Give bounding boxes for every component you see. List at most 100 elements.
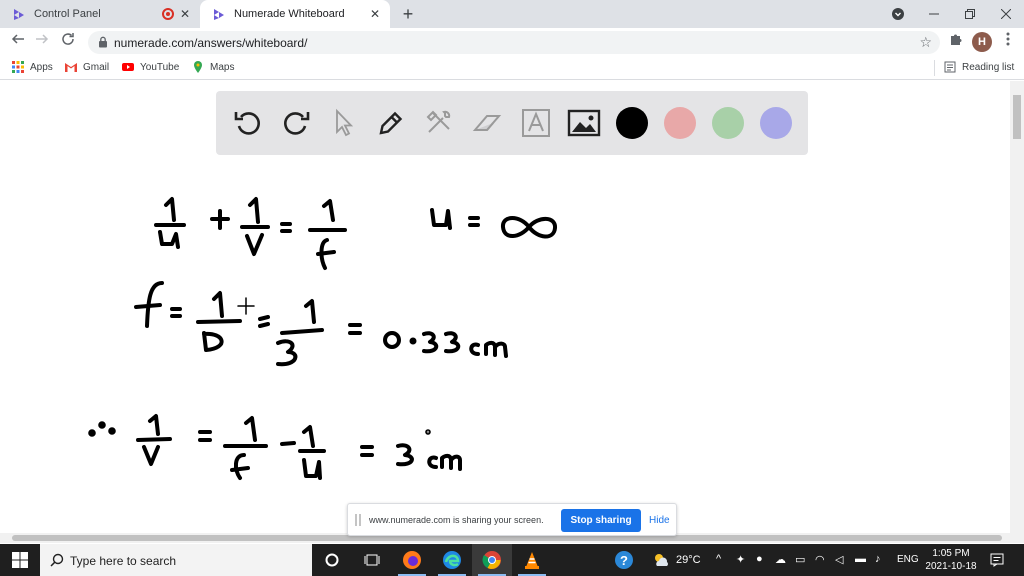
clock-time: 1:05 PM [932, 548, 970, 559]
edge-app[interactable] [432, 544, 472, 576]
cortana-circle-icon [325, 553, 339, 567]
bookmark-youtube[interactable]: YouTube [122, 61, 179, 73]
restore-icon [965, 9, 975, 19]
forward-button[interactable] [32, 32, 52, 52]
select-tool[interactable] [326, 105, 362, 141]
sound-icon[interactable]: ♪ [875, 553, 881, 565]
back-button[interactable] [8, 32, 28, 52]
tab-title: Numerade Whiteboard [234, 8, 345, 20]
search-icon [50, 553, 64, 567]
text-tool[interactable] [518, 105, 554, 141]
firefox-app[interactable] [392, 544, 432, 576]
task-view-button[interactable] [352, 544, 392, 576]
stop-sharing-button[interactable]: Stop sharing [561, 509, 641, 532]
share-message: www.numerade.com is sharing your screen. [369, 515, 544, 525]
screen-share-banner: www.numerade.com is sharing your screen.… [347, 503, 677, 536]
arrow-left-icon [11, 34, 24, 44]
close-window-button[interactable] [988, 0, 1024, 28]
cortana-button[interactable] [312, 544, 352, 576]
eraser-tool[interactable] [469, 105, 505, 141]
language-indicator[interactable]: ENG [897, 554, 919, 565]
bookmark-maps[interactable]: Maps [192, 61, 234, 73]
tab-numerade-whiteboard[interactable]: Numerade Whiteboard ✕ [200, 0, 390, 28]
help-question-icon: ? [615, 551, 633, 569]
start-button[interactable] [0, 544, 40, 576]
tab-search-button[interactable] [880, 0, 916, 28]
redo-button[interactable] [278, 105, 314, 141]
bookmark-label: Maps [210, 61, 235, 73]
wrench-hammer-icon [426, 110, 451, 133]
gmail-icon [65, 63, 77, 72]
bookmark-label: Gmail [83, 61, 110, 73]
firefox-icon [403, 551, 421, 569]
battery-icon[interactable]: ▬ [855, 553, 866, 565]
menu-button[interactable] [998, 32, 1018, 52]
whiteboard-canvas[interactable] [0, 156, 1010, 534]
chrome-app[interactable] [472, 544, 512, 576]
system-clock[interactable]: 1:05 PM 2021-10-18 [922, 547, 980, 573]
hide-button[interactable]: Hide [649, 515, 670, 526]
shapes-tool[interactable] [421, 105, 457, 141]
numerade-logo-icon [14, 9, 24, 20]
bookmark-apps[interactable]: Apps [12, 61, 53, 73]
youtube-icon [122, 63, 134, 71]
puzzle-icon [951, 34, 962, 45]
close-icon: ✕ [179, 7, 191, 21]
taskbar-search[interactable]: Type here to search [40, 544, 312, 576]
color-swatch-blue[interactable] [760, 107, 792, 139]
partly-cloudy-icon [655, 554, 668, 566]
maps-icon [194, 61, 202, 73]
minimize-icon [929, 13, 939, 15]
restore-button[interactable] [952, 0, 988, 28]
dropbox-icon[interactable]: ✦ [736, 553, 745, 566]
scroll-thumb[interactable] [1013, 95, 1021, 139]
cursor-arrow-icon [336, 108, 354, 137]
reload-button[interactable] [58, 32, 78, 52]
reading-list-button[interactable]: Reading list [944, 61, 1014, 73]
eraser-icon [472, 115, 502, 131]
notification-icon[interactable] [990, 553, 1004, 567]
microphone-icon[interactable]: ● [756, 553, 763, 565]
close-icon[interactable]: ✕ [368, 7, 382, 21]
tab-close-button[interactable]: ✕ [176, 0, 196, 28]
color-swatch-green[interactable] [712, 107, 744, 139]
svg-text:?: ? [620, 553, 628, 568]
reading-list-label: Reading list [962, 61, 1015, 73]
equation-line-2 [134, 281, 508, 367]
drag-handle-icon[interactable] [355, 514, 361, 526]
close-icon [1000, 8, 1012, 20]
equation-line-1 [154, 197, 557, 270]
onedrive-icon[interactable]: ☁ [775, 553, 786, 566]
bookmarks-bar: Apps Gmail YouTube Maps Reading list [0, 56, 1024, 80]
minimize-button[interactable] [916, 0, 952, 28]
wifi-icon[interactable]: ◠ [815, 553, 825, 566]
windows-logo-icon [12, 552, 28, 568]
reading-list-icon [944, 61, 956, 73]
chevron-up-icon[interactable]: ^ [716, 553, 721, 565]
address-bar[interactable]: numerade.com/answers/whiteboard/ ☆ [88, 31, 940, 54]
volume-icon[interactable]: ◁ [835, 553, 843, 566]
extensions-button[interactable] [946, 32, 966, 52]
vlc-app[interactable] [512, 544, 552, 576]
color-swatch-black[interactable] [616, 107, 648, 139]
bookmark-label: Apps [30, 61, 53, 73]
vertical-scrollbar[interactable] [1010, 81, 1024, 535]
usb-icon[interactable]: ▭ [795, 553, 805, 566]
color-swatch-pink[interactable] [664, 107, 696, 139]
bookmark-star-icon[interactable]: ☆ [919, 34, 932, 51]
reload-icon [62, 33, 74, 45]
profile-avatar[interactable]: H [972, 32, 992, 52]
help-app[interactable]: ? [604, 544, 644, 576]
weather-temp: 29°C [676, 554, 701, 566]
weather-widget[interactable]: 29°C [652, 552, 701, 568]
apps-grid-icon [12, 61, 24, 73]
new-tab-button[interactable]: + [398, 4, 418, 24]
recording-icon [162, 8, 174, 20]
url-text: numerade.com/answers/whiteboard/ [114, 36, 308, 50]
image-tool[interactable] [566, 105, 602, 141]
pen-tool[interactable] [373, 105, 409, 141]
text-box-icon [522, 109, 550, 137]
bookmark-gmail[interactable]: Gmail [65, 61, 109, 73]
undo-button[interactable] [230, 105, 266, 141]
chevron-down-icon [892, 8, 904, 20]
